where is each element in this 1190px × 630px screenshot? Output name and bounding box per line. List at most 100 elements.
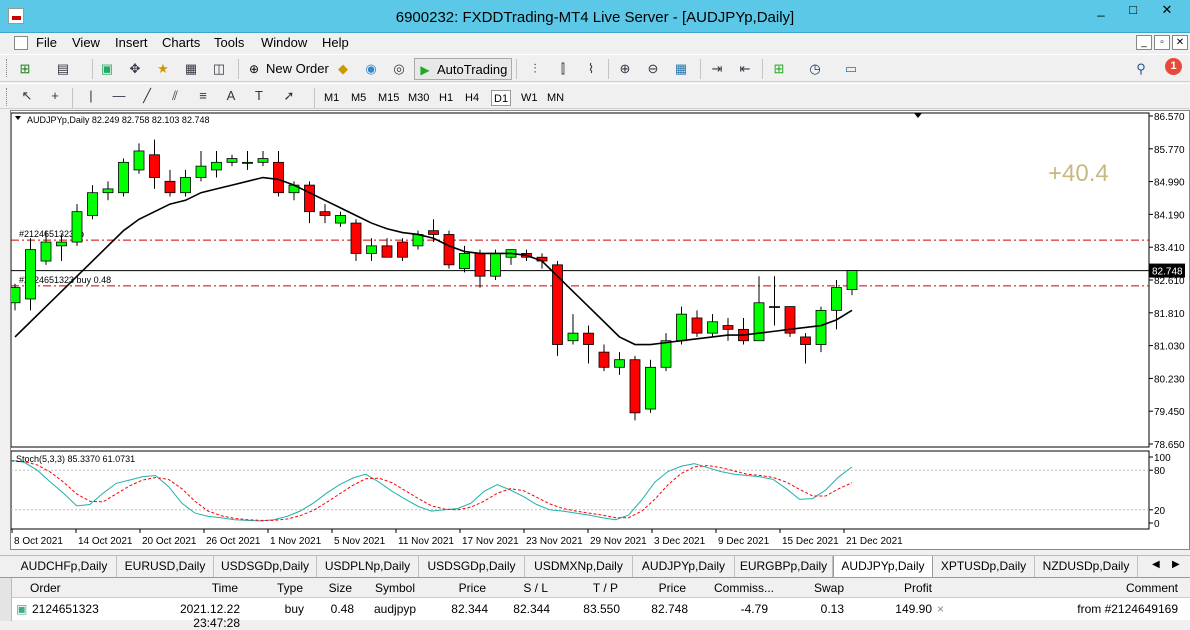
col-symbol[interactable]: Symbol	[375, 581, 415, 595]
chart-shift-icon[interactable]: ⇥	[708, 60, 726, 78]
terminal-side-bar[interactable]	[0, 578, 12, 621]
timeframe-m30[interactable]: M30	[406, 90, 431, 106]
options-icon[interactable]: ◎	[390, 60, 408, 78]
periods-icon[interactable]: ◷	[806, 60, 824, 78]
signals-icon[interactable]: ◉	[362, 60, 380, 78]
col-profit[interactable]: Profit	[872, 581, 932, 595]
timeframe-d1[interactable]: D1	[491, 90, 512, 106]
tabs-scroll-left-icon[interactable]: ◀	[1152, 559, 1160, 570]
zoom-out-icon[interactable]: ⊖	[644, 60, 662, 78]
text-tool-icon[interactable]: A	[222, 87, 240, 105]
col-price[interactable]: Price	[432, 581, 486, 595]
auto-scroll-icon[interactable]: ⇤	[736, 60, 754, 78]
zoom-in-icon[interactable]: ⊕	[616, 60, 634, 78]
data-window-icon[interactable]: ✥	[126, 60, 144, 78]
tab-usdplnp-daily[interactable]: USDPLNp,Daily	[317, 556, 419, 577]
line-chart-icon[interactable]: ⌇	[582, 60, 600, 78]
timeframe-m5[interactable]: M5	[349, 90, 368, 106]
text-label-icon[interactable]: T	[250, 87, 268, 105]
col-sl[interactable]: S / L	[502, 581, 548, 595]
menu-view[interactable]: View	[72, 35, 100, 50]
bull-candle	[707, 321, 718, 334]
tab-xptusdp-daily[interactable]: XPTUSDp,Daily	[933, 556, 1035, 577]
col-comment[interactable]: Comment	[1092, 581, 1178, 595]
templates-icon[interactable]: ▭	[842, 60, 860, 78]
child-window-icon[interactable]	[14, 36, 28, 50]
vertical-line-icon[interactable]: |	[82, 87, 100, 105]
new-order-button[interactable]: ⊕ New Order	[244, 58, 333, 80]
bear-candle	[319, 211, 331, 216]
mdi-minimize-button[interactable]: _	[1136, 35, 1152, 50]
tab-eurusd-daily[interactable]: EURUSD,Daily	[117, 556, 214, 577]
equidistant-channel-icon[interactable]: ⫽	[166, 87, 184, 105]
menu-window[interactable]: Window	[261, 35, 307, 50]
toolbar-grip[interactable]	[6, 88, 9, 106]
menu-tools[interactable]: Tools	[214, 35, 244, 50]
candlestick-chart-icon[interactable]: ⫿	[554, 60, 572, 78]
mdi-close-button[interactable]: ✕	[1172, 35, 1188, 50]
stoch-frame	[11, 450, 1150, 530]
menu-charts[interactable]: Charts	[162, 35, 200, 50]
menu-insert[interactable]: Insert	[115, 35, 148, 50]
autotrading-button[interactable]: ▶ AutoTrading	[414, 58, 513, 80]
bear-candle	[629, 359, 641, 414]
col-time[interactable]: Time	[172, 581, 238, 595]
search-icon[interactable]: ⚲	[1132, 60, 1150, 78]
menu-file[interactable]: File	[36, 35, 57, 50]
col-current-price[interactable]: Price	[642, 581, 686, 595]
arrows-icon[interactable]: ➚	[280, 87, 298, 105]
timeframe-w1[interactable]: W1	[519, 90, 540, 106]
col-commission[interactable]: Commiss...	[702, 581, 774, 595]
price-chart-svg[interactable]: 86.570 85.770 84.990 84.190 83.410 82.610 81.8…	[11, 111, 1190, 551]
title-bar: 6900232: FXDDTrading-MT4 Live Server - […	[0, 0, 1190, 33]
tab-usdsgdp-daily-2[interactable]: USDSGDp,Daily	[419, 556, 525, 577]
menu-help[interactable]: Help	[322, 35, 349, 50]
profiles-icon[interactable]: ▤	[54, 60, 72, 78]
fibonacci-icon[interactable]: ≡	[194, 87, 212, 105]
col-type[interactable]: Type	[254, 581, 303, 595]
mdi-restore-button[interactable]: ▫	[1154, 35, 1170, 50]
navigator-icon[interactable]: ★	[154, 60, 172, 78]
bear-candle	[583, 332, 594, 345]
timeframe-h4[interactable]: H4	[463, 90, 481, 106]
bar-chart-icon[interactable]: ⫶	[526, 60, 544, 78]
chart-window[interactable]: 86.570 85.770 84.990 84.190 83.410 82.610 81.8…	[10, 110, 1190, 550]
tab-eurgbpp-daily[interactable]: EURGBPp,Daily	[735, 556, 833, 577]
metaeditor-icon[interactable]: ◆	[334, 60, 352, 78]
timeframe-m15[interactable]: M15	[376, 90, 401, 106]
minimize-button[interactable]: _	[1086, 0, 1116, 21]
indicators-icon[interactable]: ⊞	[770, 60, 788, 78]
horizontal-line-icon[interactable]: —	[110, 87, 128, 105]
col-tp[interactable]: T / P	[572, 581, 618, 595]
tab-audjpyp-daily-active[interactable]: AUDJPYp,Daily	[833, 556, 933, 578]
table-row[interactable]: ▣ 2124651323 2021.12.22 23:47:28 buy 0.4…	[12, 599, 1190, 630]
crosshair-icon[interactable]: +	[46, 87, 64, 105]
col-order[interactable]: Order	[30, 581, 61, 595]
tabs-scroll-right-icon[interactable]: ▶	[1172, 559, 1180, 570]
timeframe-h1[interactable]: H1	[437, 90, 455, 106]
tile-windows-icon[interactable]: ▦	[672, 60, 690, 78]
trendline-icon[interactable]: ╱	[138, 87, 156, 105]
col-swap[interactable]: Swap	[792, 581, 844, 595]
strategy-tester-icon[interactable]: ◫	[210, 60, 228, 78]
bull-candle	[102, 188, 114, 194]
market-watch-icon[interactable]: ▣	[98, 60, 116, 78]
new-chart-icon[interactable]: ⊞	[16, 60, 34, 78]
bull-candle	[831, 287, 842, 311]
tab-usdsgdp-daily[interactable]: USDSGDp,Daily	[214, 556, 317, 577]
terminal-icon[interactable]: ▦	[182, 60, 200, 78]
tab-usdmxnp-daily[interactable]: USDMXNp,Daily	[525, 556, 633, 577]
close-button[interactable]: ✕	[1152, 0, 1182, 21]
bull-candle	[335, 215, 346, 224]
tab-audchfp-daily[interactable]: AUDCHFp,Daily	[12, 556, 117, 577]
timeframe-mn[interactable]: MN	[545, 90, 566, 106]
toolbar-grip[interactable]	[6, 59, 9, 77]
cursor-icon[interactable]: ↖	[18, 87, 36, 105]
close-order-icon[interactable]: ×	[937, 602, 944, 616]
col-size[interactable]: Size	[312, 581, 352, 595]
maximize-button[interactable]: □	[1118, 0, 1148, 21]
tab-audjpyp-daily[interactable]: AUDJPYp,Daily	[633, 556, 735, 577]
notifications-badge[interactable]: 1	[1165, 58, 1182, 75]
timeframe-m1[interactable]: M1	[322, 90, 341, 106]
tab-nzdusdp-daily[interactable]: NZDUSDp,Daily	[1035, 556, 1138, 577]
